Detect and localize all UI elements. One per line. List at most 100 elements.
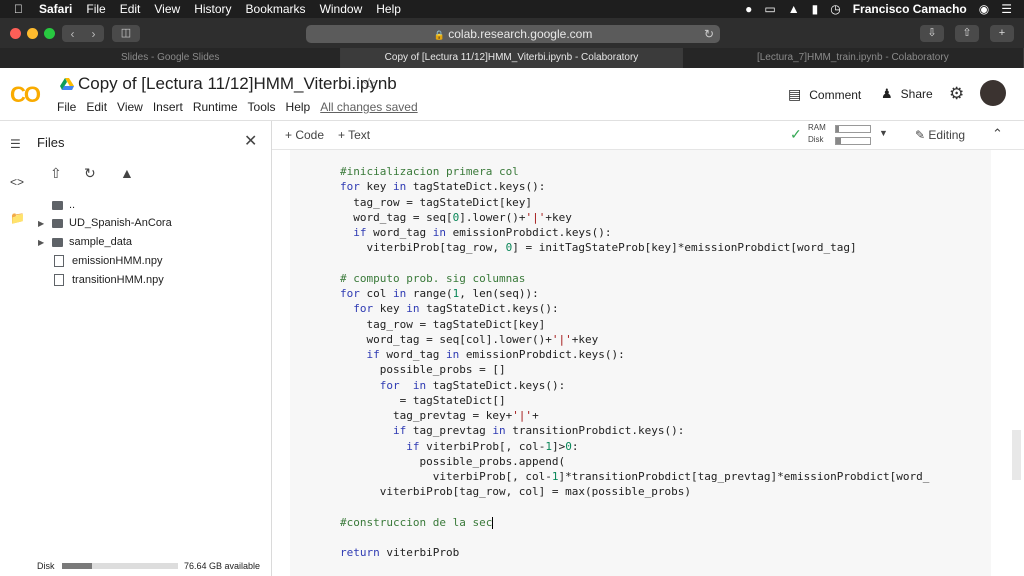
menu-window[interactable]: Window [320,2,363,16]
code-line[interactable]: for key in tagStateDict.keys(): [340,180,545,193]
code-line[interactable]: for in tagStateDict.keys(): [340,379,565,392]
notebook-title[interactable]: Copy of [Lectura 11/12]HMM_Viterbi.ipynb [78,74,397,94]
ram-label: RAM [808,123,826,132]
menu-help[interactable]: Help [376,2,401,16]
code-line[interactable]: word_tag = seq[col].lower()+'|'+key [340,333,598,346]
expand-arrow-icon[interactable]: ▶ [38,238,52,247]
battery-icon[interactable]: ▮ [812,2,819,16]
colab-menu-view[interactable]: View [117,100,143,114]
code-line[interactable]: return viterbiProb [340,546,459,559]
colab-menu-help[interactable]: Help [286,100,311,114]
notification-center-icon[interactable]: ☰ [1001,2,1012,16]
menu-edit[interactable]: Edit [120,2,141,16]
tree-item-label: .. [69,199,76,211]
tree-item-parent[interactable]: .. [38,199,75,211]
code-editor[interactable]: #inicializacion primera col for key in t… [340,164,929,561]
table-of-contents-icon[interactable]: ☰ [10,137,21,151]
tab-slides[interactable]: Slides - Google Slides [0,48,342,68]
add-code-button[interactable]: + Code [285,128,324,142]
user-name[interactable]: Francisco Camacho [853,2,967,16]
menu-file[interactable]: File [86,2,105,16]
airplay-icon[interactable]: ▭ [764,2,775,16]
colab-logo[interactable]: CO [10,82,41,108]
tree-item-ud-spanish[interactable]: ▶ UD_Spanish-AnCora [38,217,172,229]
apple-icon[interactable]:  [14,2,23,16]
ram-meter[interactable] [835,125,871,133]
zoom-window-button[interactable] [44,28,55,39]
code-line[interactable]: for col in range(1, len(seq)): [340,287,539,300]
colab-menu-runtime[interactable]: Runtime [193,100,238,114]
code-line[interactable]: if word_tag in emissionProbdict.keys(): [340,348,625,361]
tab-hmm-train-notebook[interactable]: [Lectura_7]HMM_train.ipynb - Colaborator… [683,48,1024,68]
downloads-icon[interactable]: ⇩ [920,25,944,42]
code-line[interactable]: possible_probs = [] [340,363,506,376]
code-line[interactable]: viterbiProb[tag_row, col] = max(possible… [340,485,691,498]
back-icon[interactable]: ‹ [71,27,75,41]
code-line[interactable]: tag_row = tagStateDict[key] [340,196,532,209]
minimize-window-button[interactable] [27,28,38,39]
refresh-folder-icon[interactable]: ↻ [84,165,96,182]
add-text-button[interactable]: + Text [338,128,370,142]
ram-meter-fill [836,126,840,132]
colab-menu-file[interactable]: File [57,100,76,114]
code-line[interactable]: viterbiProb[tag_row, 0] = initTagStatePr… [340,241,856,254]
code-cell[interactable]: #inicializacion primera col for key in t… [290,150,991,576]
clock-icon[interactable]: ◷ [830,2,840,16]
code-line[interactable]: tag_prevtag = key+'|'+ [340,409,539,422]
safari-toolbar: ‹ › ◫ 🔒 colab.research.google.com ↻ ⇩ ⇧ … [0,18,1024,48]
share-button[interactable]: ♟ Share [881,86,933,102]
code-line[interactable]: if viterbiProb[, col-1]>0: [340,440,578,453]
tab-viterbi-notebook[interactable]: Copy of [Lectura 11/12]HMM_Viterbi.ipynb… [341,48,683,68]
colab-menu-insert[interactable]: Insert [153,100,183,114]
new-tab-icon[interactable]: + [990,25,1014,42]
star-icon[interactable]: ☆ [362,74,376,94]
code-line[interactable]: #inicializacion primera col [340,165,519,178]
sidebar-toggle-icon[interactable]: ◫ [112,25,140,42]
app-menu-safari[interactable]: Safari [39,2,72,16]
comment-button[interactable]: ▤ Comment [788,86,861,103]
code-line[interactable]: word_tag = seq[0].lower()+'|'+key [340,211,572,224]
collapse-header-icon[interactable]: ⌃ [992,126,1003,142]
code-line[interactable]: = tagStateDict[] [340,394,506,407]
code-line[interactable]: if tag_prevtag in transitionProbdict.key… [340,424,684,437]
editing-mode-button[interactable]: ✎ Editing [915,128,965,142]
close-icon[interactable]: ✕ [244,131,257,151]
close-window-button[interactable] [10,28,21,39]
code-line[interactable]: tag_row = tagStateDict[key] [340,318,545,331]
folder-icon[interactable]: 📁 [10,211,25,225]
colab-menu-tools[interactable]: Tools [248,100,276,114]
save-status[interactable]: All changes saved [320,100,417,114]
gear-icon[interactable]: ⚙ [949,84,964,104]
menu-history[interactable]: History [194,2,231,16]
tree-item-emission[interactable]: emissionHMM.npy [38,255,162,267]
menu-bookmarks[interactable]: Bookmarks [246,2,306,16]
colab-menu-edit[interactable]: Edit [86,100,107,114]
code-line[interactable]: viterbiProb[, col-1]*transitionProbdict[… [340,470,930,483]
code-line[interactable]: if word_tag in emissionProbdict.keys(): [340,226,611,239]
siri-icon[interactable]: ◉ [979,2,989,16]
forward-icon[interactable]: › [92,27,96,41]
record-icon[interactable]: ● [745,2,752,16]
share-sheet-icon[interactable]: ⇧ [955,25,979,42]
tree-item-sample-data[interactable]: ▶ sample_data [38,236,132,248]
runtime-dropdown-icon[interactable]: ▼ [879,128,888,138]
code-line[interactable]: for key in tagStateDict.keys(): [340,302,558,315]
disk-meter-fill [836,138,842,144]
code-line[interactable]: # computo prob. sig columnas [340,272,525,285]
code-line[interactable]: possible_probs.append( [340,455,565,468]
disk-available: 76.64 GB available [184,561,261,571]
tree-item-transition[interactable]: transitionHMM.npy [38,274,164,286]
address-bar[interactable]: 🔒 colab.research.google.com ↻ [306,25,720,43]
menu-view[interactable]: View [154,2,180,16]
upload-file-icon[interactable]: ⇧ [50,165,62,182]
pencil-icon: ✎ [915,128,926,142]
disk-meter[interactable] [835,137,871,145]
expand-arrow-icon[interactable]: ▶ [38,219,52,228]
scrollbar[interactable] [1012,430,1021,480]
code-snippets-icon[interactable]: <> [10,175,24,189]
mount-drive-icon[interactable]: ▲ [120,165,134,181]
wifi-icon[interactable]: ▲ [788,2,800,16]
avatar[interactable] [980,80,1006,106]
code-line[interactable]: #construccion de la sec [340,516,494,529]
reload-icon[interactable]: ↻ [704,25,714,43]
